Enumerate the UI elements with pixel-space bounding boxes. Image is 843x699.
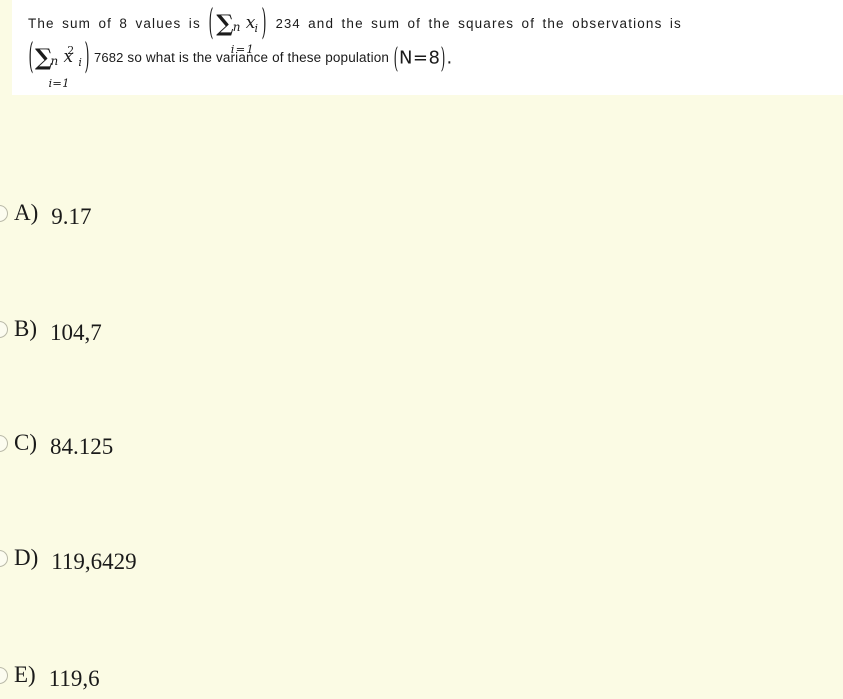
radio-unchecked-icon[interactable] xyxy=(0,434,8,452)
quiz-question-page: { "question": { "line1": { "before": "Th… xyxy=(0,0,843,699)
sigma-group: ∑ n i=1 xyxy=(216,10,253,56)
sum-value: 234 xyxy=(275,16,301,31)
option-row-a[interactable]: A) 9.17 xyxy=(0,190,92,236)
option-row-b[interactable]: B) 104,7 xyxy=(0,306,102,352)
option-row-e[interactable]: E) 119,6 xyxy=(0,652,100,698)
option-letter-c: C) xyxy=(14,430,37,455)
radio-unchecked-icon[interactable] xyxy=(0,549,8,567)
open-paren: ( xyxy=(28,34,34,78)
radio-unchecked-icon[interactable] xyxy=(0,666,8,684)
question-text-after: and the sum of the squares of the observ… xyxy=(308,16,682,31)
open-paren: ( xyxy=(208,0,215,44)
question-text-before: The sum of 8 values is xyxy=(28,16,201,31)
option-letter-e: E) xyxy=(14,662,36,687)
open-paren: ( xyxy=(393,41,399,75)
radio-unchecked-icon[interactable] xyxy=(0,320,8,338)
option-row-d[interactable]: D) 119,6429 xyxy=(0,535,137,581)
option-row-c[interactable]: C) 84.125 xyxy=(0,420,113,466)
question-card: The sum of 8 values is (∑ n i=1 xi) 234 and… xyxy=(12,0,843,95)
option-letter-b: B) xyxy=(14,316,37,341)
close-paren: ) xyxy=(84,34,90,78)
question-line-1: The sum of 8 values is (∑ n i=1 xi) 234 and… xyxy=(28,1,831,56)
population-size-text: N=8 xyxy=(398,47,441,68)
variable-x-squared: x2i xyxy=(63,42,84,74)
option-value-d: 119,6429 xyxy=(51,549,137,574)
option-letter-d: D) xyxy=(14,545,39,570)
period: . xyxy=(446,47,453,68)
summation-formula-2: (∑ n i=1 x2i) xyxy=(28,35,90,90)
variable-x: xi xyxy=(246,8,261,40)
close-paren: ) xyxy=(261,0,268,44)
summation-formula-1: (∑ n i=1 xi) xyxy=(208,1,268,56)
option-value-b: 104,7 xyxy=(50,320,102,345)
variable-subscript: i xyxy=(254,22,260,35)
variable-subscript: i xyxy=(78,56,83,69)
radio-unchecked-icon[interactable] xyxy=(0,204,8,222)
option-value-e: 119,6 xyxy=(48,666,100,691)
option-value-c: 84.125 xyxy=(50,434,114,459)
population-size-group: (N=8). xyxy=(393,41,453,74)
sum-squares-value: 7682 xyxy=(93,50,124,65)
close-paren: ) xyxy=(441,41,446,75)
option-value-a: 9.17 xyxy=(51,204,92,229)
sigma-group: ∑ n i=1 xyxy=(35,44,69,90)
question-text-middle: so what is the variance of these populat… xyxy=(127,50,390,65)
question-line-2: (∑ n i=1 x2i) 7682 so what is the variance … xyxy=(28,35,831,90)
variable-superscript: 2 xyxy=(67,44,75,57)
option-letter-a: A) xyxy=(14,200,39,225)
